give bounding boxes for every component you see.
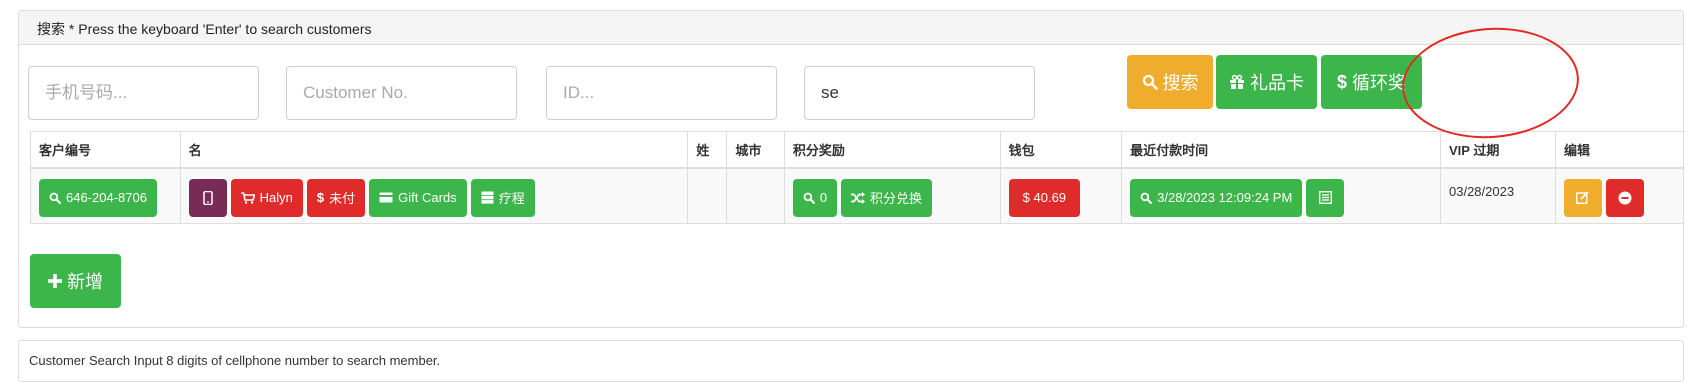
unpaid-label: 未付 <box>329 191 356 206</box>
header-customer-no: 客户编号 <box>30 131 181 169</box>
header-points: 积分奖励 <box>783 131 1001 169</box>
search-icon <box>1142 74 1158 90</box>
customer-no-button[interactable]: 646-204-8706 <box>39 178 157 217</box>
vip-expiry-date: 03/28/2023 <box>1449 183 1515 199</box>
list-alt-icon <box>1318 191 1332 204</box>
points-redeem-label: 积分兑换 <box>870 191 923 206</box>
header-wallet: 钱包 <box>999 131 1123 169</box>
plus-icon <box>48 274 62 288</box>
header-edit: 编辑 <box>1554 131 1685 169</box>
id-input[interactable] <box>546 66 777 120</box>
header-vip-expiry: VIP 过期 <box>1440 131 1556 169</box>
cell-vip-expiry: 03/28/2023 <box>1440 167 1556 224</box>
wallet-button[interactable]: $ 40.69 <box>1008 178 1081 217</box>
server-icon <box>481 191 494 204</box>
wallet-label: $ 40.69 <box>1022 190 1067 205</box>
search-icon <box>803 192 815 204</box>
points-label: 0 <box>819 190 828 205</box>
customer-no-input[interactable] <box>286 66 517 120</box>
edit-button[interactable] <box>1563 178 1602 217</box>
phone-button[interactable] <box>188 178 227 217</box>
gift-card-button[interactable]: 礼品卡 <box>1216 55 1317 109</box>
cell-city <box>726 167 785 224</box>
help-text: Customer Search Input 8 digits of cellph… <box>29 353 441 368</box>
cell-edit <box>1554 167 1685 224</box>
treatment-button[interactable]: 疗程 <box>470 178 535 217</box>
cell-last-name <box>687 167 728 224</box>
search-panel-heading: 搜索 * Press the keyboard 'Enter' to searc… <box>19 11 1683 45</box>
gift-icon <box>1230 74 1244 89</box>
mobile-phone-icon <box>202 190 213 205</box>
phone-input[interactable] <box>28 66 259 120</box>
customer-name-button[interactable]: Halyn <box>230 178 303 217</box>
cell-last-payment: 3/28/2023 12:09:24 PM <box>1121 167 1441 224</box>
cart-icon <box>240 191 255 204</box>
treatment-label: 疗程 <box>498 191 525 206</box>
unpaid-button[interactable]: $ 未付 <box>306 178 366 217</box>
cycle-reward-button-label: 循环奖 <box>1352 73 1406 93</box>
help-footer: Customer Search Input 8 digits of cellph… <box>18 340 1684 382</box>
cell-customer-no: 646-204-8706 <box>30 167 181 224</box>
customer-table: 客户编号 名 姓 城市 积分奖励 钱包 最近付款时间 VIP 过期 编辑 646… <box>30 131 1685 224</box>
header-first-name: 名 <box>179 131 689 169</box>
payment-list-button[interactable] <box>1306 178 1345 217</box>
dollar-icon: $ <box>316 190 325 205</box>
gift-cards-label: Gift Cards <box>398 190 457 205</box>
search-button-label: 搜索 <box>1162 73 1199 93</box>
header-last-name: 姓 <box>687 131 728 169</box>
name-input[interactable] <box>804 66 1035 120</box>
cell-wallet: $ 40.69 <box>999 167 1123 224</box>
points-button[interactable]: 0 <box>792 178 838 217</box>
cell-points: 0 积分兑换 <box>783 167 1001 224</box>
gift-card-button-label: 礼品卡 <box>1250 73 1304 93</box>
credit-card-icon <box>379 192 393 203</box>
edit-icon <box>1576 191 1590 204</box>
cell-name: Halyn $ 未付 Gift Cards 疗程 <box>179 167 689 224</box>
search-button[interactable]: 搜索 <box>1127 55 1213 109</box>
add-customer-button[interactable]: 新增 <box>30 254 121 308</box>
customer-no-label: 646-204-8706 <box>66 190 147 205</box>
table-row: 646-204-8706 Halyn $ 未付 Gift Cards 疗程 0 … <box>30 167 1685 224</box>
shuffle-icon <box>851 191 866 204</box>
header-city: 城市 <box>726 131 785 169</box>
minus-circle-icon <box>1618 191 1632 204</box>
last-payment-label: 3/28/2023 12:09:24 PM <box>1157 190 1293 205</box>
gift-cards-button[interactable]: Gift Cards <box>369 178 467 217</box>
add-customer-label: 新增 <box>67 272 103 292</box>
search-icon <box>49 192 61 204</box>
dollar-icon: $ <box>1336 71 1347 92</box>
search-icon <box>1140 192 1153 204</box>
customer-name-label: Halyn <box>259 190 293 205</box>
points-redeem-button[interactable]: 积分兑换 <box>841 178 933 217</box>
delete-button[interactable] <box>1605 178 1644 217</box>
cycle-reward-button[interactable]: $ 循环奖 <box>1321 55 1422 109</box>
header-last-payment: 最近付款时间 <box>1121 131 1441 169</box>
table-header-row: 客户编号 名 姓 城市 积分奖励 钱包 最近付款时间 VIP 过期 编辑 <box>30 131 1685 169</box>
last-payment-button[interactable]: 3/28/2023 12:09:24 PM <box>1130 178 1303 217</box>
